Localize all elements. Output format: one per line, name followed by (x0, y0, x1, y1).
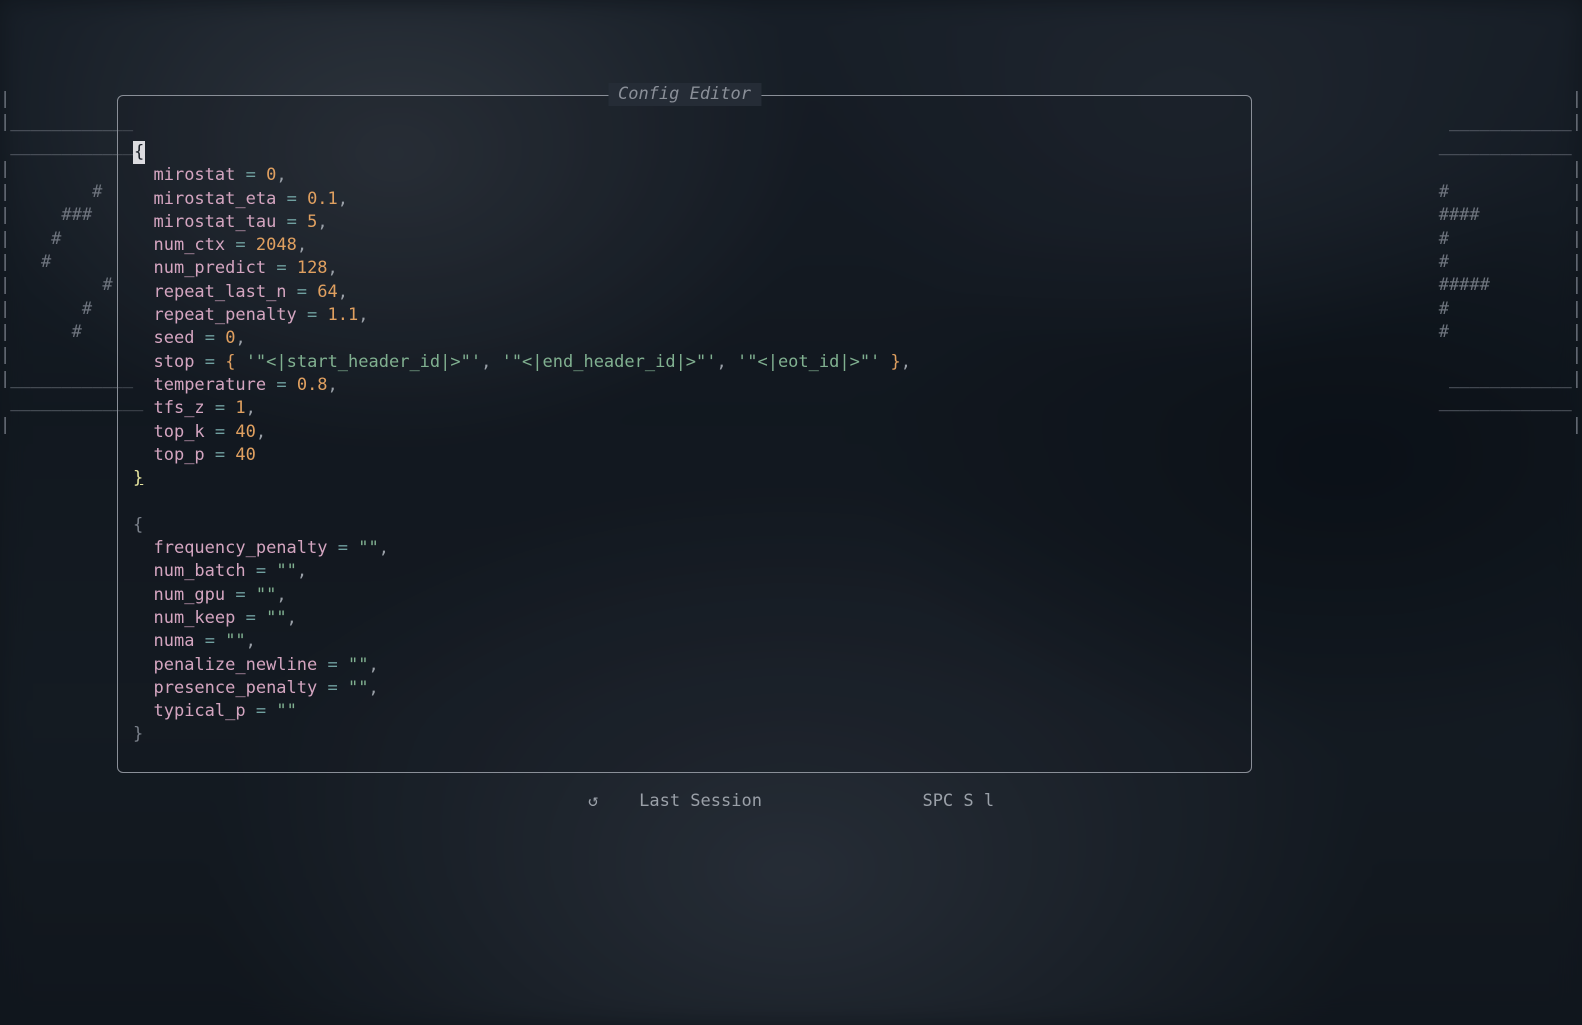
text-cursor: { (133, 141, 145, 164)
status-bar: ↻ Last Session SPC S l (0, 790, 1582, 813)
reload-icon[interactable]: ↻ (588, 790, 598, 813)
config-code-area[interactable]: { mirostat = 0, mirostat_eta = 0.1, miro… (133, 141, 911, 747)
config-editor-panel[interactable]: Config Editor { mirostat = 0, mirostat_e… (117, 95, 1252, 773)
stage: | |____________ _____________ | | # | ##… (0, 0, 1582, 1025)
last-session-label[interactable]: Last Session (639, 791, 762, 811)
bg-ascii-right: | ____________| _____________ | # | ####… (1439, 88, 1582, 437)
last-session-shortcut: SPC S l (922, 791, 994, 811)
panel-title: Config Editor (608, 83, 761, 106)
